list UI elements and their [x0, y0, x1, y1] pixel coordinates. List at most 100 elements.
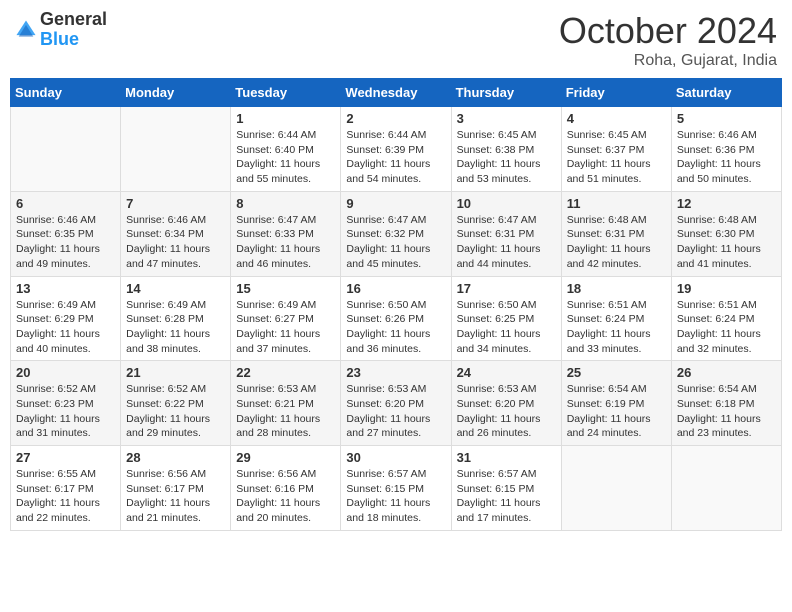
cell-info: Sunrise: 6:45 AM Sunset: 6:37 PM Dayligh…	[567, 128, 666, 187]
day-number: 28	[126, 450, 225, 465]
logo-blue: Blue	[40, 30, 107, 50]
calendar-cell: 18Sunrise: 6:51 AM Sunset: 6:24 PM Dayli…	[561, 276, 671, 361]
title-section: October 2024 Roha, Gujarat, India	[559, 10, 777, 70]
calendar-cell: 21 Sunrise: 6:52 AM Sunset: 6:22 PM Dayli…	[121, 361, 231, 446]
day-number: 2	[346, 111, 445, 126]
day-number: 19	[677, 281, 776, 296]
cell-info: Sunrise: 6:46 AM Sunset: 6:35 PM Dayligh…	[16, 213, 115, 272]
day-number: 22	[236, 365, 335, 380]
calendar-cell: 2 Sunrise: 6:44 AM Sunset: 6:39 PM Daylig…	[341, 107, 451, 192]
calendar-cell: 8Sunrise: 6:47 AM Sunset: 6:33 PM Daylig…	[231, 191, 341, 276]
calendar-cell	[121, 107, 231, 192]
calendar-cell	[11, 107, 121, 192]
cell-info: Sunrise: 6:57 AM Sunset: 6:15 PM Dayligh…	[346, 467, 445, 526]
cell-info: Sunrise: 6:44 AM Sunset: 6:40 PM Dayligh…	[236, 128, 335, 187]
cell-info: Sunrise: 6:56 AM Sunset: 6:17 PM Dayligh…	[126, 467, 225, 526]
calendar-cell: 28 Sunrise: 6:56 AM Sunset: 6:17 PM Dayli…	[121, 446, 231, 531]
day-number: 11	[567, 196, 666, 211]
cell-info: Sunrise: 6:47 AM Sunset: 6:31 PM Dayligh…	[457, 213, 556, 272]
calendar-cell: 23Sunrise: 6:53 AM Sunset: 6:20 PM Dayli…	[341, 361, 451, 446]
day-number: 26	[677, 365, 776, 380]
cell-info: Sunrise: 6:48 AM Sunset: 6:30 PM Dayligh…	[677, 213, 776, 272]
calendar-week-row: 13 Sunrise: 6:49 AM Sunset: 6:29 PM Dayli…	[11, 276, 782, 361]
calendar-cell: 10 Sunrise: 6:47 AM Sunset: 6:31 PM Dayli…	[451, 191, 561, 276]
calendar-header-row: SundayMondayTuesdayWednesdayThursdayFrid…	[11, 79, 782, 107]
day-number: 15	[236, 281, 335, 296]
calendar-cell: 11 Sunrise: 6:48 AM Sunset: 6:31 PM Dayli…	[561, 191, 671, 276]
calendar-week-row: 1 Sunrise: 6:44 AM Sunset: 6:40 PM Daylig…	[11, 107, 782, 192]
cell-info: Sunrise: 6:54 AM Sunset: 6:18 PM Dayligh…	[677, 382, 776, 441]
cell-info: Sunrise: 6:54 AM Sunset: 6:19 PM Dayligh…	[567, 382, 666, 441]
day-number: 31	[457, 450, 556, 465]
calendar-week-row: 20Sunrise: 6:52 AM Sunset: 6:23 PM Dayli…	[11, 361, 782, 446]
cell-info: Sunrise: 6:46 AM Sunset: 6:34 PM Dayligh…	[126, 213, 225, 272]
logo-general: General	[40, 10, 107, 30]
cell-info: Sunrise: 6:44 AM Sunset: 6:39 PM Dayligh…	[346, 128, 445, 187]
cell-info: Sunrise: 6:51 AM Sunset: 6:24 PM Dayligh…	[677, 298, 776, 357]
month-title: October 2024	[559, 10, 777, 52]
calendar-cell: 6 Sunrise: 6:46 AM Sunset: 6:35 PM Daylig…	[11, 191, 121, 276]
calendar-cell: 4 Sunrise: 6:45 AM Sunset: 6:37 PM Daylig…	[561, 107, 671, 192]
calendar-cell: 17 Sunrise: 6:50 AM Sunset: 6:25 PM Dayli…	[451, 276, 561, 361]
day-number: 9	[346, 196, 445, 211]
cell-info: Sunrise: 6:46 AM Sunset: 6:36 PM Dayligh…	[677, 128, 776, 187]
weekday-header: Saturday	[671, 79, 781, 107]
calendar-cell: 19 Sunrise: 6:51 AM Sunset: 6:24 PM Dayli…	[671, 276, 781, 361]
day-number: 16	[346, 281, 445, 296]
location: Roha, Gujarat, India	[559, 52, 777, 70]
day-number: 24	[457, 365, 556, 380]
cell-info: Sunrise: 6:45 AM Sunset: 6:38 PM Dayligh…	[457, 128, 556, 187]
weekday-header: Monday	[121, 79, 231, 107]
cell-info: Sunrise: 6:48 AM Sunset: 6:31 PM Dayligh…	[567, 213, 666, 272]
cell-info: Sunrise: 6:53 AM Sunset: 6:20 PM Dayligh…	[457, 382, 556, 441]
day-number: 27	[16, 450, 115, 465]
day-number: 17	[457, 281, 556, 296]
calendar-cell	[561, 446, 671, 531]
calendar-cell: 26 Sunrise: 6:54 AM Sunset: 6:18 PM Dayli…	[671, 361, 781, 446]
day-number: 4	[567, 111, 666, 126]
calendar-cell: 9Sunrise: 6:47 AM Sunset: 6:32 PM Daylig…	[341, 191, 451, 276]
calendar-cell: 25Sunrise: 6:54 AM Sunset: 6:19 PM Dayli…	[561, 361, 671, 446]
cell-info: Sunrise: 6:52 AM Sunset: 6:23 PM Dayligh…	[16, 382, 115, 441]
calendar-cell: 24 Sunrise: 6:53 AM Sunset: 6:20 PM Dayli…	[451, 361, 561, 446]
calendar-cell: 3Sunrise: 6:45 AM Sunset: 6:38 PM Daylig…	[451, 107, 561, 192]
day-number: 8	[236, 196, 335, 211]
calendar-cell: 20Sunrise: 6:52 AM Sunset: 6:23 PM Dayli…	[11, 361, 121, 446]
day-number: 14	[126, 281, 225, 296]
calendar-cell: 1 Sunrise: 6:44 AM Sunset: 6:40 PM Daylig…	[231, 107, 341, 192]
cell-info: Sunrise: 6:56 AM Sunset: 6:16 PM Dayligh…	[236, 467, 335, 526]
calendar-cell: 22 Sunrise: 6:53 AM Sunset: 6:21 PM Dayli…	[231, 361, 341, 446]
calendar-cell: 5 Sunrise: 6:46 AM Sunset: 6:36 PM Daylig…	[671, 107, 781, 192]
cell-info: Sunrise: 6:52 AM Sunset: 6:22 PM Dayligh…	[126, 382, 225, 441]
logo-text: General Blue	[40, 10, 107, 50]
cell-info: Sunrise: 6:50 AM Sunset: 6:25 PM Dayligh…	[457, 298, 556, 357]
day-number: 23	[346, 365, 445, 380]
cell-info: Sunrise: 6:49 AM Sunset: 6:27 PM Dayligh…	[236, 298, 335, 357]
cell-info: Sunrise: 6:50 AM Sunset: 6:26 PM Dayligh…	[346, 298, 445, 357]
day-number: 1	[236, 111, 335, 126]
cell-info: Sunrise: 6:55 AM Sunset: 6:17 PM Dayligh…	[16, 467, 115, 526]
weekday-header: Tuesday	[231, 79, 341, 107]
day-number: 13	[16, 281, 115, 296]
day-number: 21	[126, 365, 225, 380]
day-number: 10	[457, 196, 556, 211]
weekday-header: Sunday	[11, 79, 121, 107]
weekday-header: Wednesday	[341, 79, 451, 107]
day-number: 5	[677, 111, 776, 126]
cell-info: Sunrise: 6:51 AM Sunset: 6:24 PM Dayligh…	[567, 298, 666, 357]
cell-info: Sunrise: 6:57 AM Sunset: 6:15 PM Dayligh…	[457, 467, 556, 526]
day-number: 29	[236, 450, 335, 465]
cell-info: Sunrise: 6:53 AM Sunset: 6:21 PM Dayligh…	[236, 382, 335, 441]
cell-info: Sunrise: 6:49 AM Sunset: 6:29 PM Dayligh…	[16, 298, 115, 357]
calendar-cell: 7Sunrise: 6:46 AM Sunset: 6:34 PM Daylig…	[121, 191, 231, 276]
day-number: 6	[16, 196, 115, 211]
day-number: 30	[346, 450, 445, 465]
page-header: General Blue October 2024 Roha, Gujarat,…	[10, 10, 782, 70]
calendar-cell: 31 Sunrise: 6:57 AM Sunset: 6:15 PM Dayli…	[451, 446, 561, 531]
calendar-week-row: 27 Sunrise: 6:55 AM Sunset: 6:17 PM Dayli…	[11, 446, 782, 531]
calendar-cell	[671, 446, 781, 531]
weekday-header: Friday	[561, 79, 671, 107]
calendar-cell: 15 Sunrise: 6:49 AM Sunset: 6:27 PM Dayli…	[231, 276, 341, 361]
calendar-cell: 12Sunrise: 6:48 AM Sunset: 6:30 PM Dayli…	[671, 191, 781, 276]
calendar-cell: 16 Sunrise: 6:50 AM Sunset: 6:26 PM Dayli…	[341, 276, 451, 361]
